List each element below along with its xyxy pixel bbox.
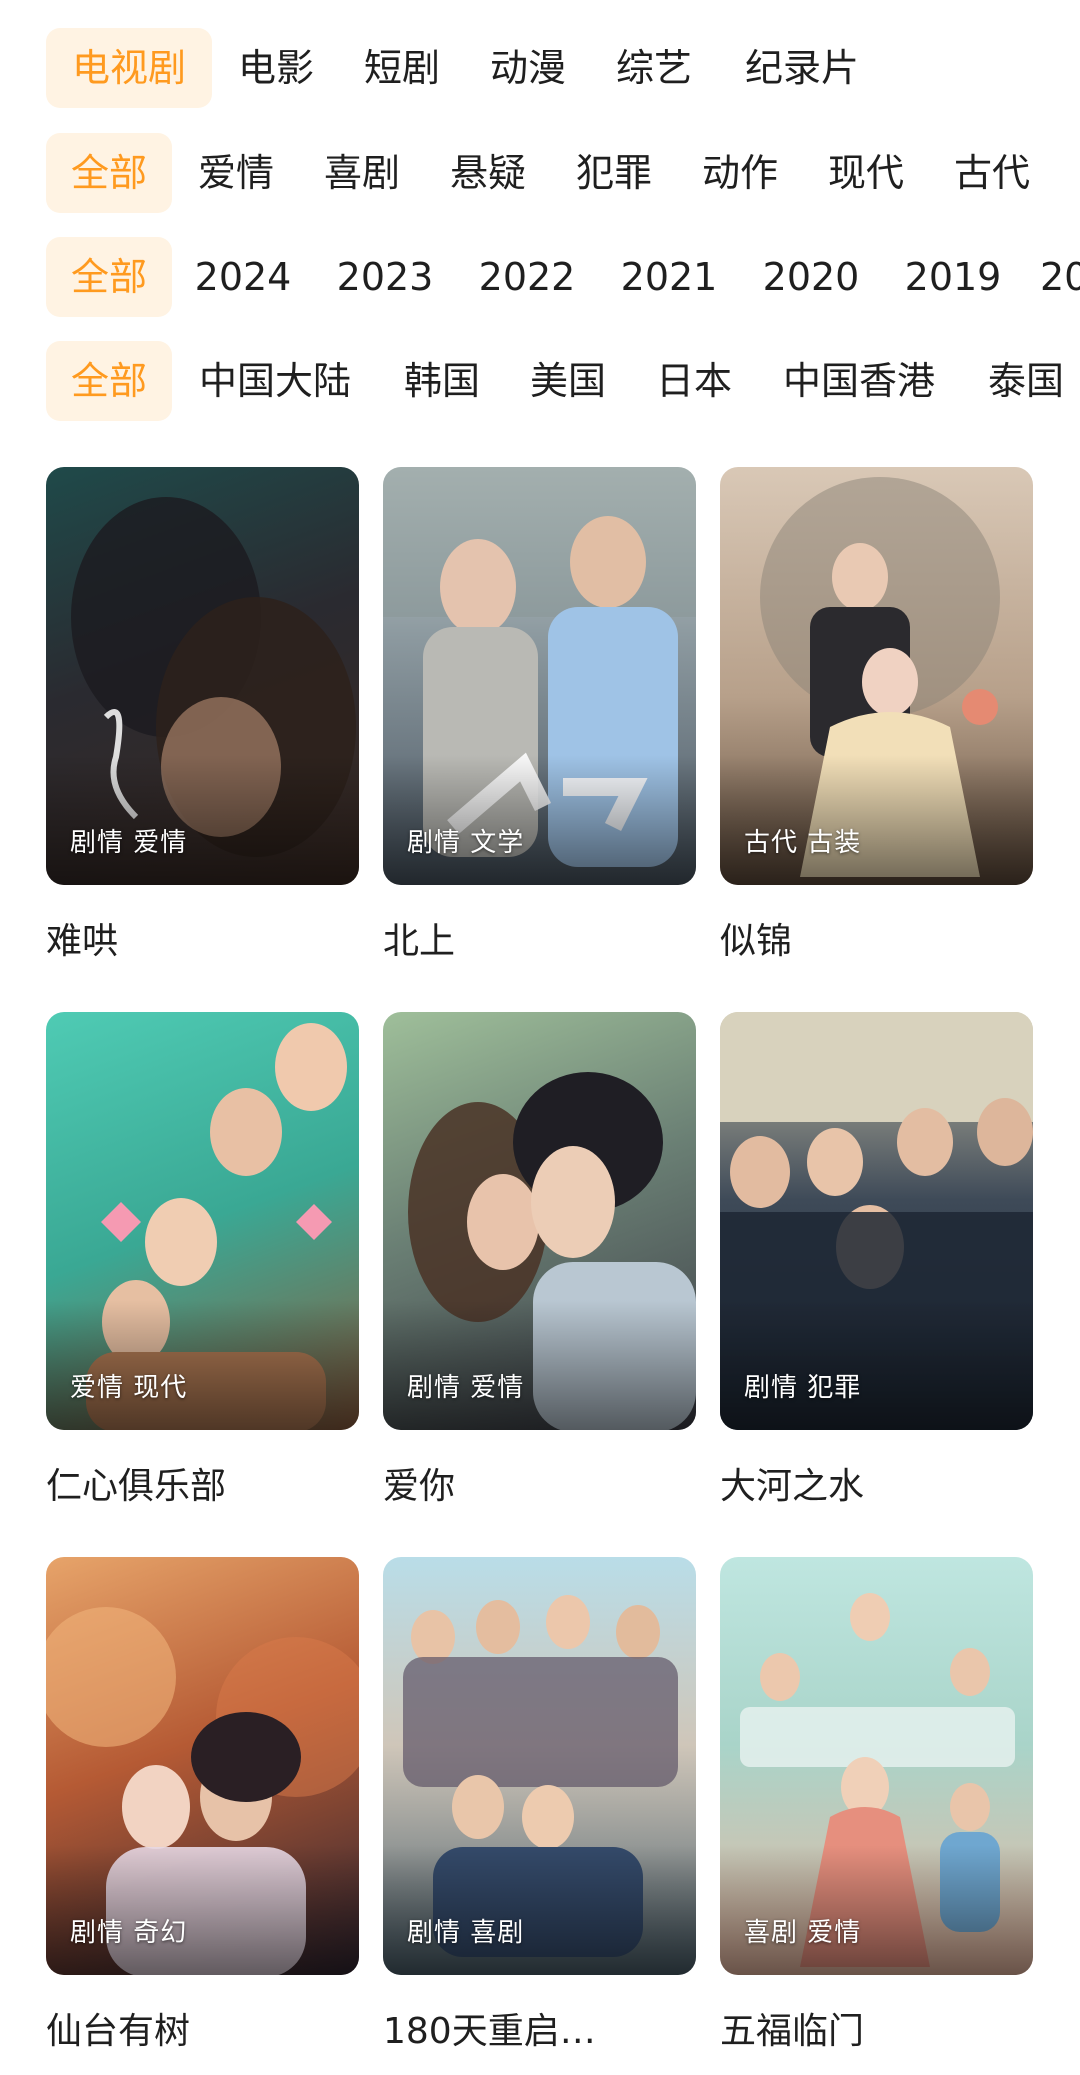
chip-region-all[interactable]: 全部 <box>46 341 172 421</box>
chip-year-partial[interactable]: 20 <box>1040 237 1080 317</box>
chip-category-documentary[interactable]: 纪录片 <box>730 28 874 108</box>
chip-category-short-drama[interactable]: 短剧 <box>352 28 452 108</box>
show-card-wu-fu-lin-men[interactable]: 喜剧 爱情 <box>720 1557 1033 1975</box>
region-filter-row: 全部 中国大陆 韩国 美国 日本 中国香港 泰国 <box>0 341 1080 421</box>
chip-genre-crime[interactable]: 犯罪 <box>564 133 664 213</box>
show-card-ai-ni[interactable]: 剧情 爱情 <box>383 1012 696 1430</box>
show-title[interactable]: 仁心俱乐部 <box>46 1457 359 1509</box>
chip-category-movie[interactable]: 电影 <box>226 28 326 108</box>
poster-shade <box>720 1845 1033 1975</box>
show-title[interactable]: 爱你 <box>383 1457 696 1509</box>
show-card-nan-hong[interactable]: 剧情 爱情 <box>46 467 359 885</box>
poster-shade <box>383 755 696 885</box>
chip-genre-ancient[interactable]: 古代 <box>942 133 1042 213</box>
show-title[interactable]: 大河之水 <box>720 1457 1033 1509</box>
show-tags: 古代 古装 <box>744 828 862 858</box>
chip-region-japan[interactable]: 日本 <box>644 341 744 421</box>
show-card-xian-tai-you-shu[interactable]: 剧情 奇幻 <box>46 1557 359 1975</box>
show-tags: 剧情 奇幻 <box>70 1918 188 1948</box>
chip-year-2019[interactable]: 2019 <box>898 237 1008 317</box>
chip-genre-mystery[interactable]: 悬疑 <box>438 133 538 213</box>
show-tags: 剧情 爱情 <box>407 1373 525 1403</box>
category-filter-row: 电视剧 电影 短剧 动漫 综艺 纪录片 <box>0 28 1080 108</box>
poster-shade <box>383 1845 696 1975</box>
show-card-ren-xin-club[interactable]: 爱情 现代 <box>46 1012 359 1430</box>
chip-region-usa[interactable]: 美国 <box>518 341 618 421</box>
show-tags: 剧情 喜剧 <box>407 1918 525 1948</box>
chip-year-2020[interactable]: 2020 <box>756 237 866 317</box>
chip-region-mainland-china[interactable]: 中国大陆 <box>186 341 364 421</box>
show-card-180-days-restart[interactable]: 剧情 喜剧 <box>383 1557 696 1975</box>
chip-region-thailand[interactable]: 泰国 <box>976 341 1076 421</box>
chip-year-all[interactable]: 全部 <box>46 237 172 317</box>
show-card-bei-shang[interactable]: 剧情 文学 <box>383 467 696 885</box>
poster-shade <box>383 1300 696 1430</box>
show-tags: 剧情 文学 <box>407 828 525 858</box>
year-filter-row: 全部 2024 2023 2022 2021 2020 2019 20 <box>0 237 1080 317</box>
chip-region-korea[interactable]: 韩国 <box>392 341 492 421</box>
poster-shade <box>46 755 359 885</box>
show-tags: 剧情 爱情 <box>70 828 188 858</box>
chip-category-variety[interactable]: 综艺 <box>604 28 704 108</box>
chip-year-2023[interactable]: 2023 <box>330 237 440 317</box>
show-title[interactable]: 似锦 <box>720 912 1033 964</box>
show-card-da-he-zhi-shui[interactable]: 剧情 犯罪 <box>720 1012 1033 1430</box>
show-title[interactable]: 仙台有树 <box>46 2002 359 2054</box>
genre-filter-row: 全部 爱情 喜剧 悬疑 犯罪 动作 现代 古代 <box>0 133 1080 213</box>
chip-genre-romance[interactable]: 爱情 <box>186 133 286 213</box>
show-tags: 爱情 现代 <box>70 1373 188 1403</box>
chip-genre-comedy[interactable]: 喜剧 <box>312 133 412 213</box>
chip-category-anime[interactable]: 动漫 <box>478 28 578 108</box>
show-tags: 剧情 犯罪 <box>744 1373 862 1403</box>
chip-genre-all[interactable]: 全部 <box>46 133 172 213</box>
poster-shade <box>720 1300 1033 1430</box>
chip-region-hong-kong[interactable]: 中国香港 <box>770 341 948 421</box>
poster-shade <box>720 755 1033 885</box>
poster-shade <box>46 1300 359 1430</box>
chip-year-2022[interactable]: 2022 <box>472 237 582 317</box>
show-title[interactable]: 难哄 <box>46 912 359 964</box>
show-card-si-jin[interactable]: 古代 古装 <box>720 467 1033 885</box>
show-title[interactable]: 五福临门 <box>720 2002 1033 2054</box>
chip-year-2024[interactable]: 2024 <box>188 237 298 317</box>
chip-genre-modern[interactable]: 现代 <box>816 133 916 213</box>
show-title[interactable]: 180天重启… <box>383 2002 696 2054</box>
poster-shade <box>46 1845 359 1975</box>
show-title[interactable]: 北上 <box>383 912 696 964</box>
chip-genre-action[interactable]: 动作 <box>690 133 790 213</box>
chip-category-tv[interactable]: 电视剧 <box>46 28 212 108</box>
chip-year-2021[interactable]: 2021 <box>614 237 724 317</box>
show-tags: 喜剧 爱情 <box>744 1918 862 1948</box>
